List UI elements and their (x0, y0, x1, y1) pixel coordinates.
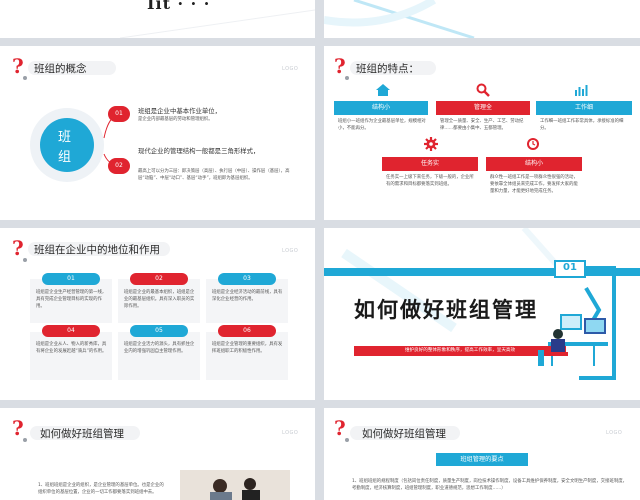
slide-2-decoration (324, 0, 475, 38)
key-points-tag: 班组管理的要点 (436, 453, 528, 466)
item-heading-2: 现代企业的管理结构一般都是三角形样式， (138, 147, 260, 155)
logo-text: LOGO (606, 430, 623, 436)
page-title: 班组的特点： (356, 63, 419, 75)
search-icon (476, 83, 490, 97)
section-subtitle: 维护良好的整体形象和秩序，提高工作效率，呈天高效 (354, 346, 566, 356)
page-title: 如何做好班组管理 (40, 428, 124, 440)
role-num-3: 03 (218, 273, 276, 285)
item-text-2: 最高上可以分为三层：即决策层（高层）、执行层（中层）、操作层（基层），高层“动脑… (138, 169, 290, 181)
people-photo-icon (180, 470, 290, 500)
feature-text-2: 管理全一质量、安全、生产、工艺、劳动纪律……都要由小集中、五都管理。 (440, 119, 524, 131)
item-number-badge-2: 02 (108, 158, 130, 174)
logo-text: LOGO (282, 248, 299, 254)
role-num-2: 02 (130, 273, 188, 285)
role-card-4 (30, 332, 112, 380)
role-card-6 (206, 332, 288, 380)
question-mark-icon: ? (334, 416, 346, 440)
slide-1[interactable]: Iit · · · (0, 0, 315, 38)
slide-5-role[interactable]: ? 班组在企业中的地位和作用 LOGO 01 班组是企业生产经营管理的第一线，具… (0, 228, 315, 400)
feature-label-1: 结构小 (334, 101, 428, 115)
question-dot-icon (23, 438, 27, 442)
feature-label-4: 任务实 (382, 157, 478, 171)
item-number-badge-1: 01 (108, 106, 130, 122)
key-points-text: 1、班组班组的规程制度（包括岗位责任制度，质量生产制度，岗位技术操作制度，设备工… (352, 479, 628, 491)
feature-text-1: 班组小一班组作为企业最基层单位，规模相对小，不能再分。 (338, 119, 426, 131)
item-heading-1: 班组是企业中基本作业单位， (138, 107, 222, 115)
gear-icon (424, 137, 438, 151)
role-text-3: 班组是企业经济活动的最前线，具有深化企业经营的作用。 (212, 290, 283, 302)
photo-placeholder (180, 470, 290, 500)
role-num-4: 04 (42, 325, 100, 337)
role-num-1: 01 (42, 273, 100, 285)
chart-icon (575, 85, 588, 96)
section-title: 如何做好班组管理 (354, 298, 538, 322)
role-text-1: 班组是企业生产经营管理的第一线，具有完成企业管理目标的实现的作用。 (36, 290, 107, 309)
connector-lines (103, 113, 119, 167)
question-mark-icon: ? (12, 416, 24, 440)
question-dot-icon (345, 438, 349, 442)
role-num-6: 06 (218, 325, 276, 337)
role-text-6: 班组是企业管理的重要组织，具有发挥班组职工的积极性作用。 (212, 342, 283, 354)
question-mark-icon: ? (334, 54, 346, 78)
feature-label-3: 工作细 (536, 101, 632, 115)
feature-text-4: 任务实一上级下来任务，下级一般的，企业所有的需求和目标都要落实到班组。 (386, 175, 474, 187)
role-card-5 (118, 332, 200, 380)
slide-4-features[interactable]: ? 班组的特点： 结构小 班组小一班组作为企业最基层单位，规模相对小，不能再分。… (324, 46, 640, 220)
question-dot-icon (345, 76, 349, 80)
slide-1-decoration (119, 9, 315, 38)
section-number: 01 (563, 262, 577, 273)
role-text-5: 班组是企业活力的源头，具有抓住企业内的增强巩固自主管理作用。 (124, 342, 195, 354)
item-text-1: 是企业内部最基层的劳动和管理组织。 (138, 117, 213, 122)
worker-at-desk-illustration (538, 314, 608, 366)
logo-text: LOGO (282, 430, 299, 436)
clock-icon (527, 138, 539, 150)
feature-text-5: 群众性—班组工作是一项群众性很强的活动，要依靠全体组员来完成工作，要发挥大家的能… (490, 175, 578, 194)
question-dot-icon (23, 258, 27, 262)
feature-label-2: 管理全 (436, 101, 530, 115)
slide-7-how-to[interactable]: ? 如何做好班组管理 LOGO 1、班组班组是企业的组织，是企业管理的基层单位。… (0, 408, 315, 500)
feature-text-3: 工作细一班组工作非常具体，承接标准的细分。 (540, 119, 624, 131)
role-text-2: 班组是企业的最基本组织，班组是企业的最基层组织。具有深入职员的实际作用。 (124, 290, 195, 309)
slide-6-section[interactable]: 01 如何做好班组管理 维护良好的整体形象和秩序，提高工作效率，呈天高效 (324, 228, 640, 400)
home-icon (376, 84, 390, 96)
question-mark-icon: ? (12, 236, 24, 260)
slide-3-concept[interactable]: ? 班组的概念 LOGO 班 组 01 班组是企业中基本作业单位， 是企业内部最… (0, 46, 315, 220)
slide-8-key-points[interactable]: ? 如何做好班组管理 LOGO 班组管理的要点 1、班组班组的规程制度（包括岗位… (324, 408, 640, 500)
role-text-4: 班组是企业从人、物入的新秀库，具有将企业的发展赶越“骑兵”的作用。 (36, 342, 107, 354)
point-text: 1、班组班组是企业的组织，是企业管理的基层单位。也是企业的组织单位的基层位置，企… (38, 483, 164, 495)
feature-label-5: 结构小 (486, 157, 582, 171)
slide-2[interactable] (324, 0, 640, 38)
page-title: 班组在企业中的地位和作用 (34, 244, 160, 256)
role-num-5: 05 (130, 325, 188, 337)
page-title: 如何做好班组管理 (362, 428, 446, 440)
